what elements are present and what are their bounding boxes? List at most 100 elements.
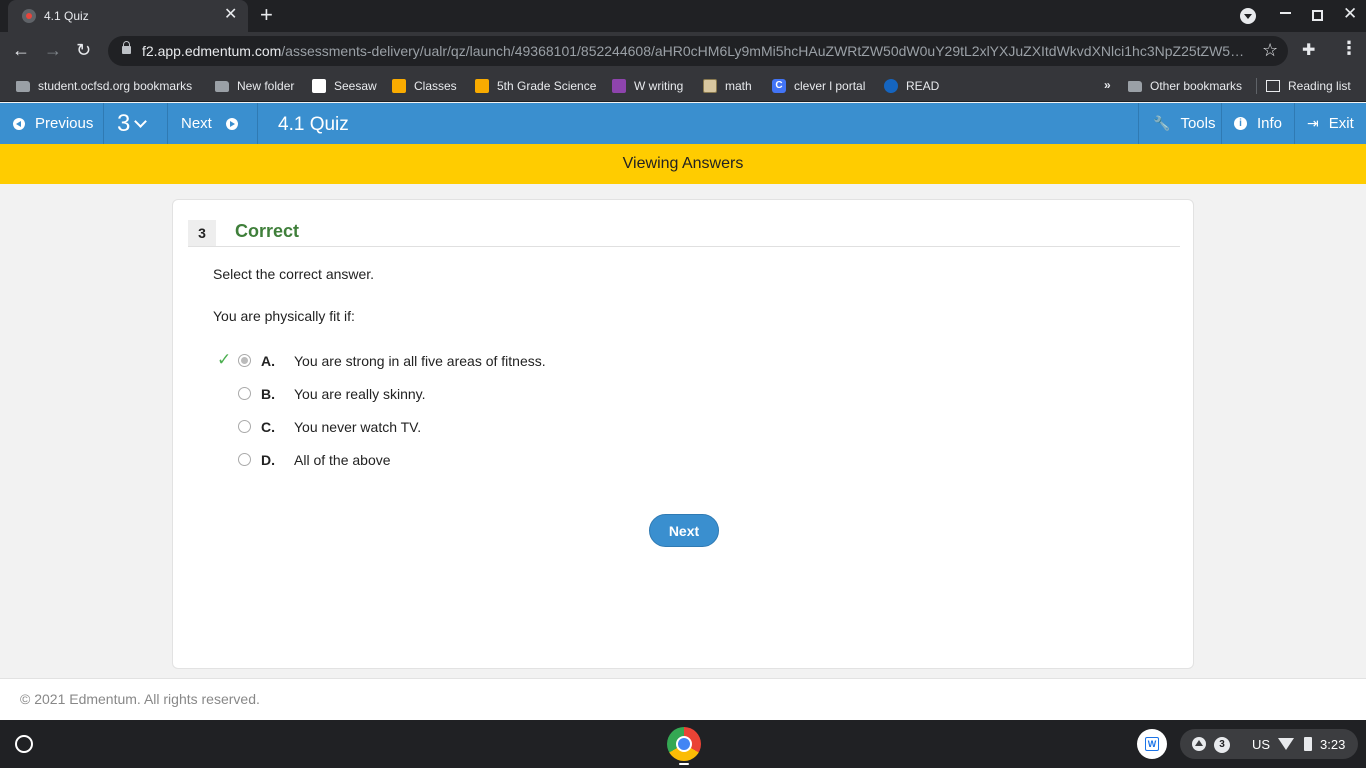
bookmarks-divider: [1256, 78, 1257, 94]
bookmark-label: Other bookmarks: [1150, 79, 1243, 93]
bookmark-student-ocfsd[interactable]: student.ocfsd.org bookmarks: [16, 70, 192, 102]
next-header-button[interactable]: Next: [168, 103, 258, 144]
question-prompt: You are physically fit if:: [213, 308, 355, 324]
bookmark-label: student.ocfsd.org bookmarks: [38, 79, 193, 93]
tools-button[interactable]: 🔧 Tools: [1138, 103, 1221, 144]
seesaw-icon: [312, 79, 326, 93]
sign-out-icon: ⇥: [1307, 115, 1319, 131]
minimize-icon[interactable]: [1280, 12, 1291, 14]
choice-text: You are really skinny.: [294, 386, 426, 402]
radio-button[interactable]: [238, 354, 251, 367]
choice-b[interactable]: B. You are really skinny.: [213, 385, 713, 405]
choice-letter: B.: [261, 386, 275, 402]
quiz-header: Previous 3 Next 4.1 Quiz 🔧 Tools i Info …: [0, 103, 1366, 144]
choice-text: You are strong in all five areas of fitn…: [294, 353, 546, 369]
choice-letter: A.: [261, 353, 275, 369]
quiz-title: 4.1 Quiz: [278, 114, 349, 135]
new-tab-icon[interactable]: +: [260, 4, 273, 26]
browser-tab-strip: 4.1 Quiz ✕ + ✕: [0, 0, 1366, 32]
notification-badge: 3: [1214, 737, 1230, 753]
launcher-icon[interactable]: [15, 735, 33, 753]
read-icon: [884, 79, 898, 93]
exit-button[interactable]: ⇥ Exit: [1294, 103, 1366, 144]
question-selector[interactable]: 3: [104, 103, 168, 144]
window-close-icon[interactable]: ✕: [1343, 5, 1357, 23]
bookmark-clever-portal[interactable]: Cclever l portal: [772, 70, 865, 102]
classroom-icon: [392, 79, 406, 93]
previous-label: Previous: [35, 115, 94, 132]
status-tray[interactable]: 3 US 3:23: [1180, 729, 1358, 759]
more-bookmarks-chevron-icon[interactable]: »: [1104, 78, 1111, 92]
next-label: Next: [181, 115, 212, 132]
writing-icon: [612, 79, 626, 93]
choice-d[interactable]: D. All of the above: [213, 451, 713, 471]
bookmark-label: READ: [906, 79, 940, 93]
arrow-left-circle-icon: [13, 117, 25, 130]
tab-search-icon[interactable]: [1240, 8, 1256, 24]
bookmarks-bar: student.ocfsd.org bookmarks New folder S…: [0, 70, 1366, 102]
bookmark-label: Classes: [414, 79, 457, 93]
reading-list[interactable]: Reading list: [1266, 70, 1351, 102]
battery-icon: [1304, 737, 1312, 751]
chevron-down-icon: [134, 115, 148, 128]
bookmark-label: 5th Grade Science: [497, 79, 597, 93]
forward-arrow-icon[interactable]: →: [44, 40, 62, 60]
choice-letter: D.: [261, 452, 275, 468]
bookmark-classes[interactable]: Classes: [392, 70, 457, 102]
bookmark-other[interactable]: Other bookmarks: [1128, 70, 1242, 102]
bookmark-label: Seesaw: [334, 79, 377, 93]
chrome-app-icon[interactable]: [667, 727, 701, 761]
language-indicator: US: [1252, 737, 1271, 752]
bookmark-math[interactable]: math: [703, 70, 752, 102]
bookmark-new-folder[interactable]: New folder: [215, 70, 294, 102]
url-path: /assessments-delivery/ualr/qz/launch/493…: [281, 43, 1250, 59]
info-label: Info: [1257, 115, 1283, 132]
choice-letter: C.: [261, 419, 275, 435]
question-instruction: Select the correct answer.: [213, 266, 375, 282]
info-button[interactable]: i Info: [1221, 103, 1294, 144]
arrow-right-circle-icon: [225, 117, 238, 130]
reading-list-label: Reading list: [1288, 79, 1351, 93]
bookmark-label: clever l portal: [794, 79, 866, 93]
url-text[interactable]: f2.app.edmentum.com/assessments-delivery…: [142, 43, 1250, 59]
back-arrow-icon[interactable]: ←: [12, 40, 30, 60]
choice-text: All of the above: [294, 452, 391, 468]
bookmark-read[interactable]: READ: [884, 70, 939, 102]
address-bar[interactable]: f2.app.edmentum.com/assessments-delivery…: [108, 36, 1288, 66]
previous-button[interactable]: Previous: [0, 103, 104, 144]
choice-text: You never watch TV.: [294, 419, 422, 435]
tools-label: Tools: [1180, 115, 1216, 132]
running-indicator: [679, 763, 689, 765]
copyright-text: © 2021 Edmentum. All rights reserved.: [20, 691, 260, 707]
maximize-icon[interactable]: [1312, 10, 1323, 21]
reading-list-icon: [1266, 80, 1280, 92]
choice-c[interactable]: C. You never watch TV.: [213, 418, 713, 438]
radio-button[interactable]: [238, 387, 251, 400]
bookmark-label: W writing: [634, 79, 684, 93]
bookmark-star-icon[interactable]: ☆: [1262, 40, 1278, 61]
bookmark-label: math: [725, 79, 752, 93]
viewing-answers-banner: Viewing Answers: [0, 144, 1366, 184]
radio-button[interactable]: [238, 420, 251, 433]
word-app-icon[interactable]: [1137, 729, 1167, 759]
close-tab-icon[interactable]: ✕: [224, 6, 237, 24]
browser-tab[interactable]: 4.1 Quiz ✕: [8, 0, 248, 32]
url-host: f2.app.edmentum.com: [142, 43, 282, 59]
question-number: 3: [117, 109, 131, 137]
bookmark-seesaw[interactable]: Seesaw: [312, 70, 377, 102]
tab-title: 4.1 Quiz: [44, 9, 89, 23]
lock-icon[interactable]: [122, 41, 131, 54]
upload-icon: [1192, 737, 1206, 751]
clock-time: 3:23: [1320, 737, 1346, 752]
question-card: 3 Correct Select the correct answer. You…: [172, 199, 1194, 669]
choice-a[interactable]: ✓ A. You are strong in all five areas of…: [213, 350, 713, 372]
browser-menu-icon[interactable]: ⋮: [1340, 38, 1358, 59]
bookmark-w-writing[interactable]: W writing: [612, 70, 683, 102]
next-button[interactable]: Next: [649, 514, 719, 547]
reload-icon[interactable]: ↻: [76, 40, 91, 60]
classroom-icon: [475, 79, 489, 93]
bookmark-5th-grade-science[interactable]: 5th Grade Science: [475, 70, 596, 102]
page-footer: © 2021 Edmentum. All rights reserved.: [0, 678, 1366, 720]
extensions-puzzle-icon[interactable]: ✚: [1302, 40, 1315, 60]
radio-button[interactable]: [238, 453, 251, 466]
